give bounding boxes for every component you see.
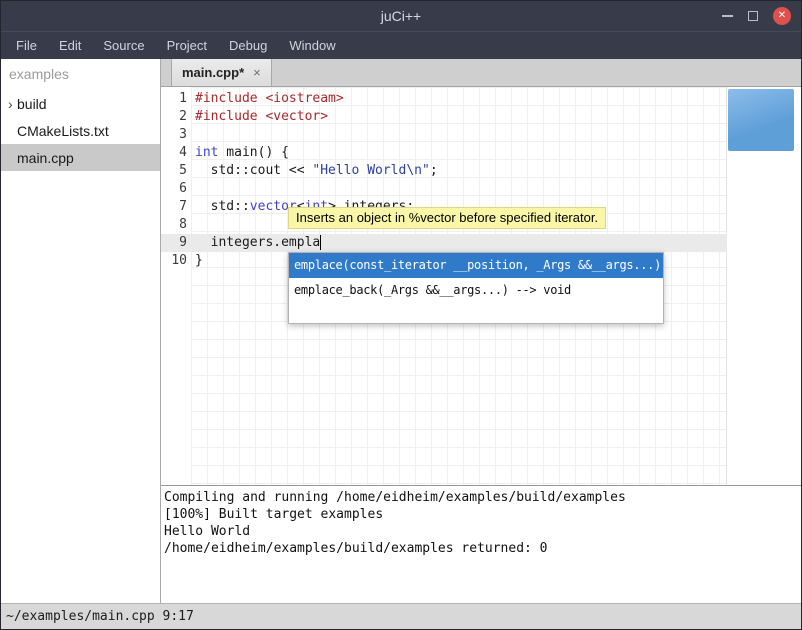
code-segment: #include <iostream> <box>195 91 344 106</box>
window-controls <box>722 1 791 31</box>
editor-line[interactable]: 6 <box>161 180 801 198</box>
code-segment: std:: <box>195 199 250 214</box>
code-text <box>187 126 195 144</box>
line-number: 5 <box>161 162 187 180</box>
line-number: 4 <box>161 144 187 162</box>
editor-line[interactable]: 2 #include <vector> <box>161 108 801 126</box>
text-cursor <box>320 235 321 250</box>
tab-label: main.cpp* <box>182 65 244 80</box>
menu-item-file[interactable]: File <box>5 32 48 59</box>
code-text <box>187 216 195 234</box>
statusbar-text: ~/examples/main.cpp 9:17 <box>6 609 194 624</box>
code-editor[interactable]: 1 #include <iostream> 2 #include <vector> 34… <box>161 87 801 485</box>
code-segment: std::cout << <box>195 163 312 178</box>
output-panel[interactable]: Compiling and running /home/eidheim/exam… <box>161 485 801 603</box>
scrollbar-minimap[interactable] <box>728 89 794 151</box>
menubar: FileEditSourceProjectDebugWindow <box>1 31 801 59</box>
sidebar-item-label: CMakeLists.txt <box>17 123 109 139</box>
line-number: 10 <box>161 252 187 270</box>
close-icon[interactable] <box>773 7 791 25</box>
menu-item-project[interactable]: Project <box>156 32 218 59</box>
code-text: #include <vector> <box>187 108 328 126</box>
editor-line[interactable]: 9 integers.empla <box>161 234 801 252</box>
code-segment: } <box>195 253 203 268</box>
editor-line[interactable]: 5 std::cout << "Hello World\n"; <box>161 162 801 180</box>
editor-line[interactable]: 1 #include <iostream> <box>161 90 801 108</box>
code-text: #include <iostream> <box>187 90 344 108</box>
sidebar-item-label: build <box>17 96 47 112</box>
tab-close-icon[interactable]: × <box>253 65 261 80</box>
tabbar: main.cpp* × <box>161 59 801 87</box>
line-number: 7 <box>161 198 187 216</box>
line-number: 2 <box>161 108 187 126</box>
menu-item-source[interactable]: Source <box>92 32 155 59</box>
menu-item-window[interactable]: Window <box>278 32 346 59</box>
project-name: examples <box>1 59 160 90</box>
menu-item-edit[interactable]: Edit <box>48 32 92 59</box>
code-text <box>187 180 195 198</box>
code-text: integers.empla <box>187 234 321 252</box>
line-number: 3 <box>161 126 187 144</box>
code-text: } <box>187 252 203 270</box>
maximize-icon[interactable] <box>748 11 758 21</box>
sidebar-item-build[interactable]: ›build <box>1 90 160 117</box>
editor-line[interactable]: 3 <box>161 126 801 144</box>
autocomplete-popup: emplace(const_iterator __position, _Args… <box>288 252 664 324</box>
sidebar-item-main-cpp[interactable]: main.cpp <box>1 144 160 171</box>
sidebar-item-cmakelists-txt[interactable]: CMakeLists.txt <box>1 117 160 144</box>
window-title: juCi++ <box>381 8 421 24</box>
main-area: main.cpp* × 1 #include <iostream> 2 #include… <box>161 59 801 603</box>
output-line: [100%] Built target examples <box>164 506 801 523</box>
editor-lines: 1 #include <iostream> 2 #include <vector> 34… <box>161 87 801 270</box>
autocomplete-item[interactable]: emplace(const_iterator __position, _Args… <box>289 253 663 278</box>
doc-tooltip: Inserts an object in %vector before spec… <box>288 207 606 229</box>
tab-main-cpp[interactable]: main.cpp* × <box>171 59 272 86</box>
code-segment: "Hello World\n" <box>312 163 429 178</box>
chevron-right-icon: › <box>1 96 17 112</box>
output-line: /home/eidheim/examples/build/examples re… <box>164 540 801 557</box>
line-number: 1 <box>161 90 187 108</box>
output-line: Hello World <box>164 523 801 540</box>
autocomplete-item[interactable]: emplace_back(_Args &&__args...) --> void <box>289 278 663 303</box>
output-line: Compiling and running /home/eidheim/exam… <box>164 489 801 506</box>
menu-item-debug[interactable]: Debug <box>218 32 278 59</box>
window-body: examples ›build CMakeLists.txt main.cpp ma… <box>1 59 801 603</box>
minimize-icon[interactable] <box>722 15 733 17</box>
code-segment: integers.empla <box>195 235 320 250</box>
app-window: juCi++ FileEditSourceProjectDebugWindow … <box>0 0 802 630</box>
code-text: std::cout << "Hello World\n"; <box>187 162 438 180</box>
file-tree: ›build CMakeLists.txt main.cpp <box>1 90 160 171</box>
code-segment: main() { <box>218 145 288 160</box>
sidebar-item-label: main.cpp <box>17 150 74 166</box>
code-segment: int <box>195 145 218 160</box>
code-segment: #include <vector> <box>195 109 328 124</box>
line-number: 9 <box>161 234 187 252</box>
titlebar: juCi++ <box>1 1 801 31</box>
line-number: 6 <box>161 180 187 198</box>
code-segment: ; <box>430 163 438 178</box>
code-text: int main() { <box>187 144 289 162</box>
editor-line[interactable]: 4int main() { <box>161 144 801 162</box>
statusbar: ~/examples/main.cpp 9:17 <box>1 603 801 629</box>
file-explorer: examples ›build CMakeLists.txt main.cpp <box>1 59 161 603</box>
line-number: 8 <box>161 216 187 234</box>
